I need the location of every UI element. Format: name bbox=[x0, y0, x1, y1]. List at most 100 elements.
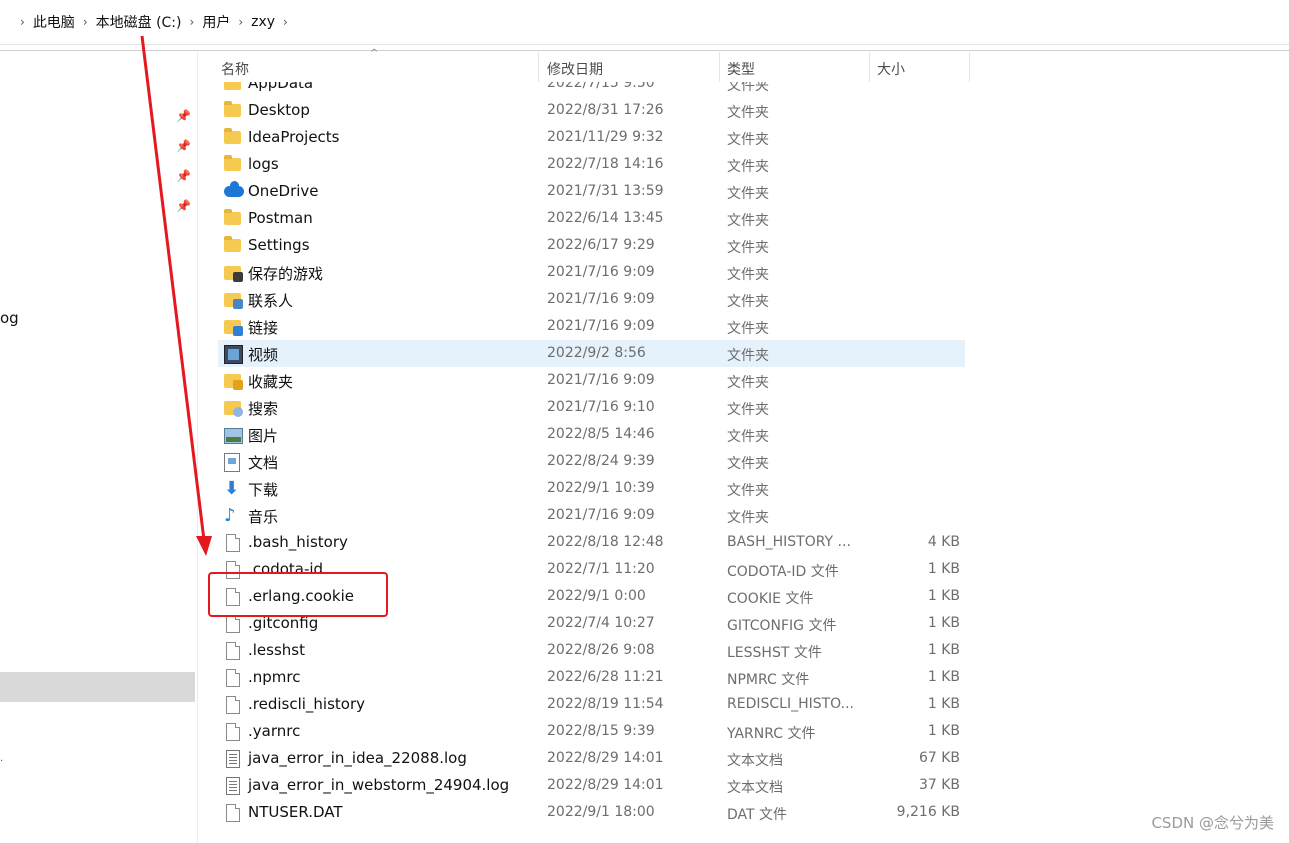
address-bar[interactable]: › 此电脑 › 本地磁盘 (C:) › 用户 › zxy › bbox=[0, 0, 1289, 45]
file-size: 1 KB bbox=[927, 615, 960, 631]
pin-icon[interactable]: 📌 bbox=[176, 199, 192, 215]
file-type: YARNRC 文件 bbox=[727, 726, 816, 742]
file-row-partial[interactable]: AppData 2022/7/15 9:50 文件夹 bbox=[218, 82, 965, 94]
folder-icon bbox=[224, 101, 241, 119]
file-date: 2022/6/14 13:45 bbox=[547, 210, 664, 226]
file-row[interactable]: IdeaProjects 2021/11/29 9:32 文件夹 bbox=[218, 124, 965, 151]
file-row[interactable]: 保存的游戏 2021/7/16 9:09 文件夹 bbox=[218, 259, 965, 286]
file-name: IdeaProjects bbox=[248, 128, 340, 146]
file-name: Postman bbox=[248, 209, 313, 227]
pin-icon[interactable]: 📌 bbox=[176, 139, 192, 155]
chevron-right-icon[interactable]: › bbox=[20, 15, 25, 29]
file-row[interactable]: 链接 2021/7/16 9:09 文件夹 bbox=[218, 313, 965, 340]
file-size: 1 KB bbox=[927, 723, 960, 739]
file-date: 2022/7/1 11:20 bbox=[547, 561, 655, 577]
file-row[interactable]: NTUSER.DAT 2022/9/1 18:00 DAT 文件 9,216 KB bbox=[218, 799, 965, 826]
file-size: 37 KB bbox=[918, 777, 960, 793]
file-row[interactable]: .yarnrc 2022/8/15 9:39 YARNRC 文件 1 KB bbox=[218, 718, 965, 745]
file-date: 2022/6/28 11:21 bbox=[547, 669, 664, 685]
file-size: 4 KB bbox=[927, 534, 960, 550]
file-row[interactable]: 收藏夹 2021/7/16 9:09 文件夹 bbox=[218, 367, 965, 394]
file-name: java_error_in_idea_22088.log bbox=[248, 749, 467, 767]
file-date: 2022/6/17 9:29 bbox=[547, 237, 655, 253]
column-header-name[interactable]: 名称 bbox=[218, 52, 538, 82]
file-type: COOKIE 文件 bbox=[727, 591, 814, 607]
breadcrumb-zxy[interactable]: zxy bbox=[251, 14, 275, 30]
searches-icon bbox=[224, 399, 243, 417]
file-row[interactable]: java_error_in_webstorm_24904.log 2022/8/2… bbox=[218, 772, 965, 799]
file-icon bbox=[224, 696, 241, 714]
file-icon bbox=[224, 534, 241, 552]
chevron-right-icon[interactable]: › bbox=[190, 15, 195, 29]
column-header-type[interactable]: 类型 bbox=[720, 52, 869, 82]
file-type: 文件夹 bbox=[727, 375, 769, 391]
file-name: java_error_in_webstorm_24904.log bbox=[248, 776, 510, 794]
file-date: 2022/8/18 12:48 bbox=[547, 534, 664, 550]
file-date: 2021/7/31 13:59 bbox=[547, 183, 664, 199]
file-row[interactable]: Desktop 2022/8/31 17:26 文件夹 bbox=[218, 97, 965, 124]
file-date: 2021/7/16 9:10 bbox=[547, 399, 655, 415]
file-icon bbox=[224, 615, 241, 633]
nav-item-selected[interactable] bbox=[0, 672, 195, 702]
file-type: LESSHST 文件 bbox=[727, 645, 822, 661]
file-size: 1 KB bbox=[927, 588, 960, 604]
folder-icon bbox=[224, 128, 241, 146]
file-row[interactable]: 图片 2022/8/5 14:46 文件夹 bbox=[218, 421, 965, 448]
file-date: 2022/8/29 14:01 bbox=[547, 777, 664, 793]
file-date: 2022/7/18 14:16 bbox=[547, 156, 664, 172]
pin-icon[interactable]: 📌 bbox=[176, 169, 192, 185]
column-header-date[interactable]: 修改日期 bbox=[539, 52, 719, 82]
chevron-right-icon[interactable]: › bbox=[238, 15, 243, 29]
file-date: 2022/9/1 18:00 bbox=[547, 804, 655, 820]
file-type: GITCONFIG 文件 bbox=[727, 618, 837, 634]
pin-icon[interactable]: 📌 bbox=[176, 109, 192, 125]
onedrive-cloud-icon bbox=[224, 181, 244, 200]
navigation-pane[interactable]: 📌 📌 📌 📌 og · bbox=[0, 51, 198, 843]
file-row[interactable]: 搜索 2021/7/16 9:10 文件夹 bbox=[218, 394, 965, 421]
file-row[interactable]: .rediscli_history 2022/8/19 11:54 REDISCLI… bbox=[218, 691, 965, 718]
file-row[interactable]: Settings 2022/6/17 9:29 文件夹 bbox=[218, 232, 965, 259]
file-row[interactable]: .lesshst 2022/8/26 9:08 LESSHST 文件 1 KB bbox=[218, 637, 965, 664]
file-date: 2021/7/16 9:09 bbox=[547, 507, 655, 523]
file-date: 2022/7/4 10:27 bbox=[547, 615, 655, 631]
breadcrumb-this-pc[interactable]: 此电脑 bbox=[33, 12, 75, 32]
file-name: 链接 bbox=[248, 319, 279, 337]
column-header-size[interactable]: 大小 bbox=[870, 52, 970, 82]
file-size: 1 KB bbox=[927, 669, 960, 685]
text-document-icon bbox=[224, 750, 241, 768]
chevron-right-icon[interactable]: › bbox=[283, 15, 288, 29]
file-row[interactable]: OneDrive 2021/7/31 13:59 文件夹 bbox=[218, 178, 965, 205]
file-name: NTUSER.DAT bbox=[248, 803, 343, 821]
file-row[interactable]: ♪ 音乐 2021/7/16 9:09 文件夹 bbox=[218, 502, 965, 529]
file-date: 2022/8/5 14:46 bbox=[547, 426, 655, 442]
file-type: CODOTA-ID 文件 bbox=[727, 564, 839, 580]
file-row[interactable]: .bash_history 2022/8/18 12:48 BASH_HISTORY… bbox=[218, 529, 965, 556]
breadcrumb-users[interactable]: 用户 bbox=[202, 12, 230, 32]
file-name: OneDrive bbox=[248, 182, 319, 200]
file-icon bbox=[224, 642, 241, 660]
file-size: 67 KB bbox=[918, 750, 960, 766]
file-row[interactable]: Postman 2022/6/14 13:45 文件夹 bbox=[218, 205, 965, 232]
file-row[interactable]: ⬇ 下载 2022/9/1 10:39 文件夹 bbox=[218, 475, 965, 502]
file-type: 文件夹 bbox=[727, 132, 769, 148]
file-date: 2022/8/24 9:39 bbox=[547, 453, 655, 469]
file-row[interactable]: .npmrc 2022/6/28 11:21 NPMRC 文件 1 KB bbox=[218, 664, 965, 691]
file-row[interactable]: logs 2022/7/18 14:16 文件夹 bbox=[218, 151, 965, 178]
file-name: .lesshst bbox=[248, 641, 305, 659]
nav-item-partial[interactable]: · bbox=[0, 756, 3, 767]
file-row[interactable]: 联系人 2021/7/16 9:09 文件夹 bbox=[218, 286, 965, 313]
file-type: 文件夹 bbox=[727, 429, 769, 445]
file-row[interactable]: java_error_in_idea_22088.log 2022/8/29 14… bbox=[218, 745, 965, 772]
nav-item-partial-label[interactable]: og bbox=[0, 309, 19, 327]
file-row[interactable]: 文档 2022/8/24 9:39 文件夹 bbox=[218, 448, 965, 475]
file-row[interactable]: 视频 2022/9/2 8:56 文件夹 bbox=[218, 340, 965, 367]
file-name: .yarnrc bbox=[248, 722, 301, 740]
file-type: 文件夹 bbox=[727, 82, 769, 94]
file-date: 2022/7/15 9:50 bbox=[547, 82, 655, 91]
chevron-right-icon[interactable]: › bbox=[83, 15, 88, 29]
breadcrumb-local-disk[interactable]: 本地磁盘 (C:) bbox=[96, 12, 182, 32]
column-divider[interactable] bbox=[969, 52, 970, 82]
file-date: 2022/8/19 11:54 bbox=[547, 696, 664, 712]
file-date: 2021/11/29 9:32 bbox=[547, 129, 664, 145]
file-date: 2022/8/26 9:08 bbox=[547, 642, 655, 658]
